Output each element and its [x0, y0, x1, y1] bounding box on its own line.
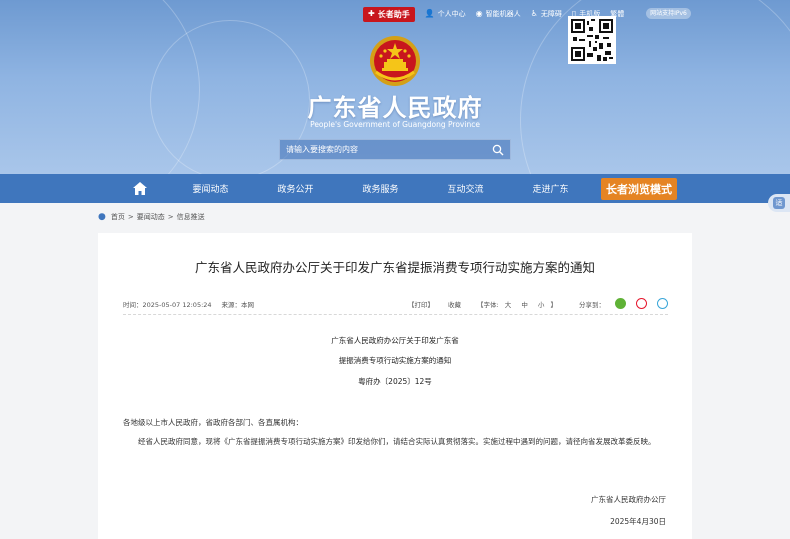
sign-date: 2025年4月30日 [610, 517, 666, 526]
document-heading-line-1: 广东省人民政府办公厅关于印发广东省 [331, 336, 459, 345]
helper-icon: ✚ [368, 9, 375, 18]
search-input[interactable] [280, 140, 486, 159]
qq-share-icon[interactable] [657, 298, 668, 309]
breadcrumb: ● 首页 > 要闻动态 > 信息推送 [98, 212, 205, 222]
font-size-control: 【字体: 大 中 小 】 [477, 299, 557, 309]
search-icon[interactable] [486, 140, 510, 159]
article-source: 来源：本网 [221, 300, 255, 309]
nav-item-government-affairs[interactable]: 政务公开 [253, 182, 338, 195]
font-size-label: 【字体: [476, 300, 499, 309]
robot-label: 智能机器人 [485, 10, 521, 18]
print-button[interactable]: 【打印】 [408, 299, 434, 309]
article-panel: 广东省人民政府办公厅关于印发广东省提振消费专项行动实施方案的通知 时间：2025… [98, 233, 692, 539]
personal-center-label: 个人中心 [437, 10, 466, 18]
nav-home[interactable] [112, 182, 168, 195]
qr-code-image [571, 19, 613, 61]
home-icon [133, 182, 147, 195]
weibo-share-icon[interactable] [636, 298, 647, 309]
font-size-small[interactable]: 小 [538, 301, 545, 309]
qr-code [568, 16, 616, 64]
font-size-medium[interactable]: 中 [521, 301, 528, 309]
font-size-big[interactable]: 大 [505, 301, 512, 309]
nav-item-about-guangdong[interactable]: 走进广东 [508, 182, 593, 195]
side-float-label: 适 [773, 197, 785, 209]
elder-mode-button[interactable]: 长者浏览模式 [601, 177, 677, 200]
breadcrumb-current[interactable]: 信息推送 [177, 212, 205, 222]
accessibility-label: 无障碍 [540, 10, 562, 18]
ipv6-badge: 网站支持IPv6 [646, 8, 691, 19]
side-float-button[interactable]: 适 [768, 194, 790, 212]
personal-center-link[interactable]: 👤 个人中心 [425, 9, 466, 19]
helper-label: 长者助手 [377, 9, 410, 19]
search-box [279, 139, 511, 160]
accessibility-link[interactable]: ♿ 无障碍 [531, 9, 562, 19]
publish-time: 时间：2025-05-07 12:05:24 [123, 300, 212, 309]
article-title: 广东省人民政府办公厅关于印发广东省提振消费专项行动实施方案的通知 [194, 260, 595, 275]
addressee: 各地级以上市人民政府，省政府各部门、各直属机构： [123, 418, 303, 427]
robot-link[interactable]: ◉ 智能机器人 [476, 9, 521, 19]
nav-item-news[interactable]: 要闻动态 [168, 182, 253, 195]
location-pin-icon: ● [98, 212, 106, 222]
article-meta: 时间：2025-05-07 12:05:24 来源：本网 【打印】 收藏 【字体… [123, 298, 668, 309]
body-paragraph: 经省人民政府同意，现将《广东省提振消费专项行动实施方案》印发给你们，请结合实际认… [138, 437, 656, 446]
signer: 广东省人民政府办公厅 [591, 495, 666, 504]
document-number: 粤府办〔2025〕12号 [358, 377, 432, 386]
user-icon: 👤 [424, 9, 435, 18]
site-subtitle: People's Government of Guangdong Provinc… [310, 120, 480, 129]
breadcrumb-news[interactable]: 要闻动态 [137, 212, 165, 222]
breadcrumb-separator: > [167, 213, 174, 221]
font-size-end: 】 [550, 300, 558, 309]
national-emblem-icon [368, 34, 422, 88]
meta-divider [123, 314, 668, 315]
decor-flower [520, 0, 790, 174]
accessibility-icon: ♿ [530, 9, 538, 18]
nav-item-services[interactable]: 政务服务 [338, 182, 423, 195]
share-label: 分享到： [579, 300, 605, 309]
site-title: 广东省人民政府 [307, 93, 483, 122]
robot-icon: ◉ [475, 9, 483, 18]
site-header: ✚ 长者助手 👤 个人中心 ◉ 智能机器人 ♿ 无障碍 ▯ 手机版 繁體 网站支… [0, 0, 790, 174]
breadcrumb-separator: > [127, 213, 134, 221]
elder-helper-button[interactable]: ✚ 长者助手 [363, 6, 415, 22]
document-heading-line-2: 提振消费专项行动实施方案的通知 [338, 356, 452, 365]
favorite-button[interactable]: 收藏 [448, 299, 461, 309]
breadcrumb-home[interactable]: 首页 [111, 212, 125, 222]
main-nav: 要闻动态 政务公开 政务服务 互动交流 走进广东 长者浏览模式 [0, 174, 790, 203]
nav-item-interaction[interactable]: 互动交流 [423, 182, 508, 195]
wechat-share-icon[interactable] [615, 298, 626, 309]
